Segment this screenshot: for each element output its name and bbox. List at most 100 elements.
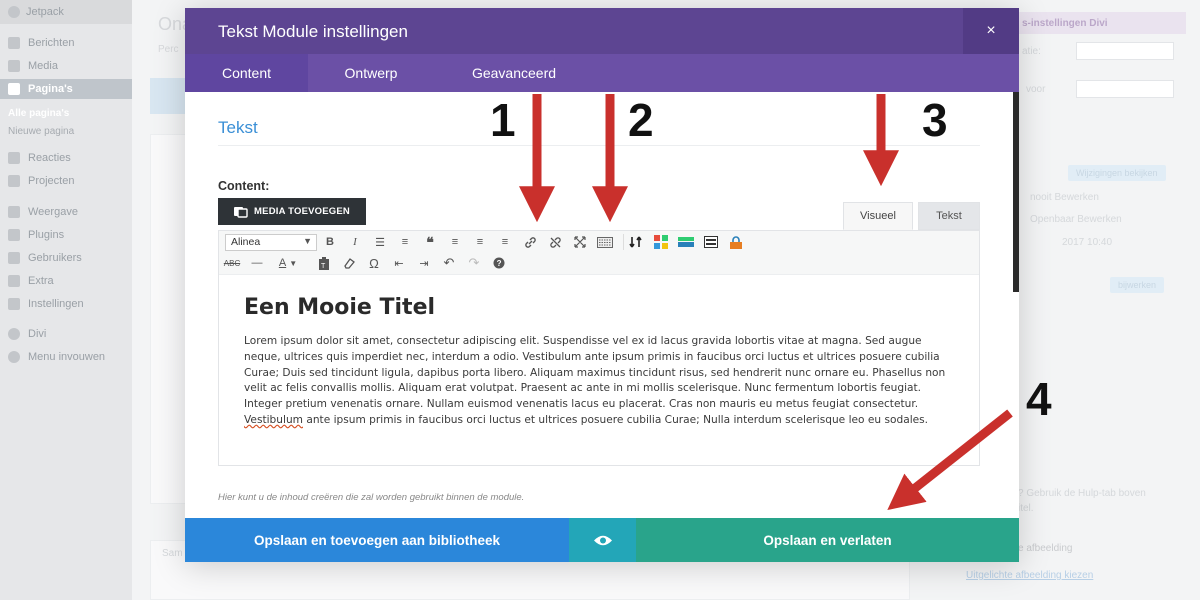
align-left-icon[interactable]: ≡: [446, 233, 464, 251]
toolbar-toggle-icon[interactable]: [596, 233, 614, 251]
add-media-label: MEDIA TOEVOEGEN: [254, 206, 350, 217]
numbered-list-icon[interactable]: ≡: [396, 233, 414, 251]
brush-icon: [8, 206, 20, 218]
editor-heading: Een Mooie Titel: [244, 295, 436, 320]
bg-side-row: voor: [1026, 84, 1046, 95]
bg-side-row: 2017 10:40: [1062, 237, 1113, 248]
sidebar-item-projecten[interactable]: Projecten: [0, 171, 132, 191]
sidebar-item-label: Media: [28, 60, 58, 72]
modal-header: Tekst Module instellingen ×: [185, 8, 1019, 54]
tab-advanced[interactable]: Geavanceerd: [434, 54, 594, 92]
horizontal-line-icon[interactable]: —: [248, 254, 266, 272]
collapse-icon: [8, 351, 20, 363]
italic-icon[interactable]: I: [346, 233, 364, 251]
section-title: Tekst: [218, 118, 258, 137]
sidebar-item-media[interactable]: Media: [0, 56, 132, 76]
sidebar-item-label: Projecten: [28, 175, 75, 187]
box-shortcode-icon[interactable]: [702, 233, 720, 251]
blockquote-icon[interactable]: ❝: [421, 233, 439, 251]
sidebar-item-label: Instellingen: [28, 298, 84, 310]
sidebar-item-label: Pagina's: [28, 83, 73, 95]
toolbar-separator: [623, 234, 624, 250]
paragraph-text: Lorem ipsum dolor sit amet, consectetur …: [244, 335, 946, 411]
sidebar-sub-new-page[interactable]: Nieuwe pagina: [8, 126, 74, 137]
align-center-icon[interactable]: ≡: [471, 233, 489, 251]
bg-side-panel-title: s-instellingen Divi: [1014, 12, 1186, 34]
sidebar-sub-all-pages[interactable]: Alle pagina's: [8, 108, 69, 119]
link-icon[interactable]: [521, 233, 539, 251]
sidebar-item-label: Extra: [28, 275, 54, 287]
indent-icon[interactable]: ⇥: [415, 254, 433, 272]
annotation-label-1: 1: [490, 94, 516, 146]
sidebar-item-instellingen[interactable]: Instellingen: [0, 294, 132, 314]
redo-icon[interactable]: ↷: [465, 254, 483, 272]
sidebar-item-plugins[interactable]: Plugins: [0, 225, 132, 245]
wysiwyg-editor[interactable]: Alinea ▼ B I ☰ ≡ ❝ ≡ ≡ ≡ ABC — A ▼ T Ω ⇤…: [218, 230, 980, 466]
button-shortcode-icon[interactable]: [677, 233, 695, 251]
sidebar-item-berichten[interactable]: Berichten: [0, 33, 132, 53]
sidebar-item-menu-collapse[interactable]: Menu invouwen: [0, 347, 132, 367]
add-media-button[interactable]: MEDIA TOEVOEGEN: [218, 198, 366, 225]
clear-formatting-icon[interactable]: [340, 254, 358, 272]
tab-design[interactable]: Ontwerp: [308, 54, 434, 92]
comment-icon: [8, 152, 20, 164]
content-label: Content:: [218, 179, 270, 193]
paste-text-icon[interactable]: T: [315, 254, 333, 272]
editor-toolbar: Alinea ▼ B I ☰ ≡ ❝ ≡ ≡ ≡ ABC — A ▼ T Ω ⇤…: [219, 231, 979, 275]
pin-icon: [8, 175, 20, 187]
undo-icon[interactable]: ↶: [440, 254, 458, 272]
wrench-icon: [8, 275, 20, 287]
bold-icon[interactable]: B: [321, 233, 339, 251]
format-select[interactable]: Alinea ▼: [225, 234, 317, 251]
settings-icon: [8, 298, 20, 310]
sidebar-item-paginas[interactable]: Pagina's: [0, 79, 132, 99]
modal-scrollbar[interactable]: [1013, 92, 1019, 292]
sidebar-item-extra[interactable]: Extra: [0, 271, 132, 291]
layout-grid-icon[interactable]: [652, 233, 670, 251]
strikethrough-icon[interactable]: ABC: [223, 254, 241, 272]
tab-text[interactable]: Tekst: [918, 202, 980, 230]
insert-shortcode-icon[interactable]: [627, 233, 645, 251]
svg-text:T: T: [321, 263, 326, 270]
tab-content[interactable]: Content: [185, 54, 308, 92]
bg-side-row: atie:: [1022, 46, 1041, 57]
sidebar-item-gebruikers[interactable]: Gebruikers: [0, 248, 132, 268]
outdent-icon[interactable]: ⇤: [390, 254, 408, 272]
special-character-icon[interactable]: Ω: [365, 254, 383, 272]
wp-sidebar-top[interactable]: Jetpack: [0, 0, 132, 24]
preview-button[interactable]: [569, 518, 636, 562]
wp-admin-sidebar: Jetpack Berichten Media Pagina's Alle pa…: [0, 0, 132, 600]
text-color-icon[interactable]: A ▼: [273, 254, 303, 272]
sidebar-item-divi[interactable]: Divi: [0, 324, 132, 344]
annotation-label-3: 3: [922, 94, 948, 146]
save-and-exit-button[interactable]: Opslaan en verlaten: [636, 518, 1019, 562]
help-icon[interactable]: ?: [490, 254, 508, 272]
jetpack-icon: [8, 6, 20, 18]
bg-content-card: [150, 134, 190, 504]
bg-update-button: bijwerken: [1110, 277, 1165, 293]
locked-content-icon[interactable]: [727, 233, 745, 251]
divi-icon: [8, 328, 20, 340]
close-button[interactable]: ×: [963, 8, 1019, 54]
bg-side-select: [1076, 80, 1174, 98]
unlink-icon[interactable]: [546, 233, 564, 251]
sidebar-item-weergave[interactable]: Weergave: [0, 202, 132, 222]
bg-side-row: itel.: [1018, 503, 1034, 514]
bg-side-select: [1076, 42, 1174, 60]
save-to-library-button[interactable]: Opslaan en toevoegen aan bibliotheek: [185, 518, 569, 562]
close-icon: ×: [986, 22, 996, 39]
sidebar-item-label: Weergave: [28, 206, 78, 218]
fullscreen-icon[interactable]: [571, 233, 589, 251]
bg-side-row: ? Gebruik de Hulp-tab boven: [1018, 488, 1146, 499]
misspelled-word: Vestibulum: [244, 413, 303, 426]
sidebar-item-label: Plugins: [28, 229, 65, 241]
align-right-icon[interactable]: ≡: [496, 233, 514, 251]
users-icon: [8, 252, 20, 264]
bullet-list-icon[interactable]: ☰: [371, 233, 389, 251]
tab-visual[interactable]: Visueel: [843, 202, 913, 230]
editor-content[interactable]: Een Mooie Titel Lorem ipsum dolor sit am…: [244, 295, 956, 429]
sidebar-item-reacties[interactable]: Reacties: [0, 148, 132, 168]
bg-page-sub: Perc: [158, 44, 179, 55]
sidebar-item-label: Reacties: [28, 152, 71, 164]
paragraph-text: ante ipsum primis in faucibus orci luctu…: [302, 413, 929, 426]
